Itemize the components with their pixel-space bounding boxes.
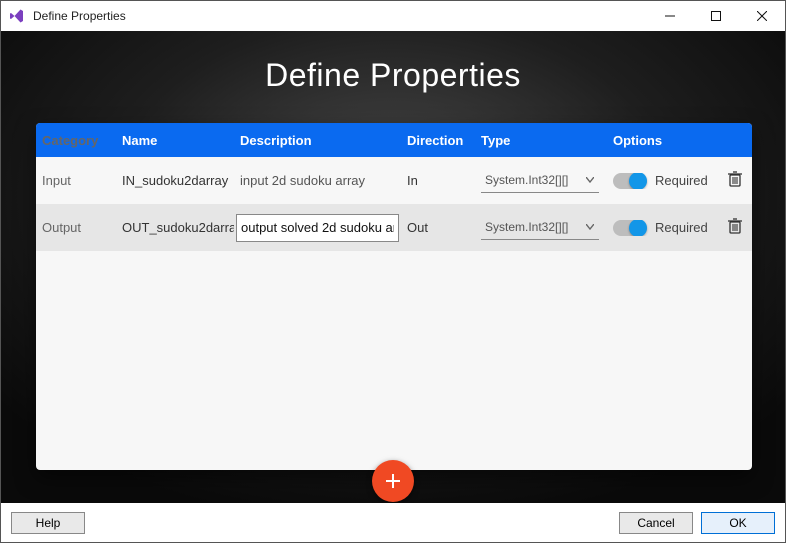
table-body: Input IN_sudoku2darray input 2d sudoku a… [36,157,752,470]
required-label: Required [655,173,708,188]
cell-direction[interactable]: In [401,173,475,188]
type-dropdown[interactable]: System.Int32[][] [481,169,599,193]
page-title: Define Properties [1,57,785,94]
required-toggle[interactable] [613,173,647,189]
description-input[interactable] [236,214,399,242]
cell-category[interactable]: Input [36,173,116,188]
type-value: System.Int32[][] [485,173,583,187]
delete-button[interactable] [728,218,742,237]
cell-direction[interactable]: Out [401,220,475,235]
titlebar: Define Properties [1,1,785,31]
ok-button[interactable]: OK [701,512,775,534]
table-row: Input IN_sudoku2darray input 2d sudoku a… [36,157,752,204]
required-toggle[interactable] [613,220,647,236]
table-row: Output OUT_sudoku2darray Out System.Int3… [36,204,752,251]
add-property-button[interactable] [372,460,414,502]
cell-description[interactable]: input 2d sudoku array [240,173,365,188]
table-header: Category Name Description Direction Type… [36,123,752,157]
window-title: Define Properties [33,9,126,23]
header-options: Options [607,133,717,148]
type-value: System.Int32[][] [485,220,583,234]
window: Define Properties Define Properties Cate… [0,0,786,543]
content-area: Define Properties Category Name Descript… [1,31,785,503]
header-name: Name [116,133,234,148]
cancel-button[interactable]: Cancel [619,512,693,534]
chevron-down-icon [583,177,597,183]
vs-logo-icon [7,6,27,26]
cell-category[interactable]: Output [36,220,116,235]
chevron-down-icon [583,224,597,230]
close-button[interactable] [739,1,785,31]
footer: Help Cancel OK [1,503,785,542]
header-type: Type [475,133,607,148]
properties-panel: Category Name Description Direction Type… [36,123,752,470]
header-category: Category [36,133,116,148]
plus-icon [383,471,403,491]
maximize-button[interactable] [693,1,739,31]
cell-name[interactable]: OUT_sudoku2darray [122,220,234,235]
type-dropdown[interactable]: System.Int32[][] [481,216,599,240]
minimize-button[interactable] [647,1,693,31]
header-description: Description [234,133,401,148]
cell-name[interactable]: IN_sudoku2darray [122,173,228,188]
delete-button[interactable] [728,171,742,190]
help-button[interactable]: Help [11,512,85,534]
header-direction: Direction [401,133,475,148]
required-label: Required [655,220,708,235]
